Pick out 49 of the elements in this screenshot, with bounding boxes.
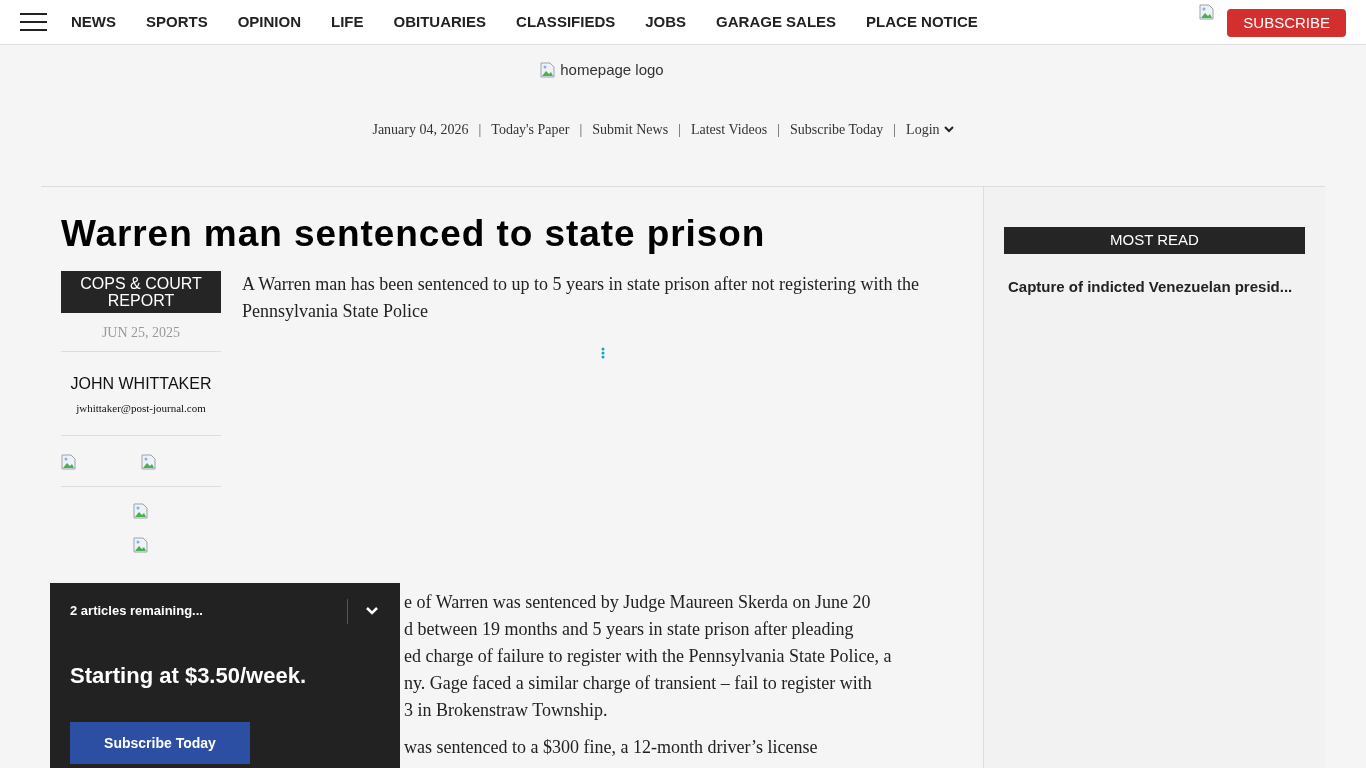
broken-image-icon [133,536,149,553]
author-email: jwhittaker@post-journal.com [76,401,206,417]
masthead-link[interactable]: Subscribe Today [790,118,884,140]
nav-link[interactable]: GARAGE SALES [716,10,837,34]
nav-link[interactable]: PLACE NOTICE [866,10,978,34]
chevron-down-icon [366,607,378,615]
nav-link[interactable]: OBITUARIES [393,10,487,34]
body-text-line: ed charge of failure to register with the Pennsylvania State Police, a [404,645,893,669]
more-options-icon[interactable] [600,347,605,360]
chevron-down-icon [943,125,954,133]
current-date: January 04, 2026 [372,120,469,139]
most-read-link[interactable]: Capture of indicted Venezuelan presid... [1008,276,1301,299]
nav-link[interactable]: NEWS [71,10,116,34]
nav-link[interactable]: JOBS [645,10,687,34]
broken-image-icon [1199,4,1216,20]
masthead-link[interactable]: Today's Paper [491,118,570,140]
most-read-heading: MOST READ [1004,227,1305,254]
login-dropdown[interactable]: Login [906,118,954,140]
body-text-line: e of Warren was sentenced by Judge Maureen Skerda on June 20 [404,591,872,615]
separator: | [678,120,681,139]
section-label: COPS & COURT REPORT [61,271,221,314]
nav-link[interactable]: LIFE [331,10,364,34]
offer-text: Starting at $3.50/week. [70,662,307,690]
broken-image-icon [133,502,149,519]
author-name: JOHN WHITTAKER [70,374,212,395]
article-summary: A Warren man has been sentenced to up to 5 years in state prison after not registering with the Pennsylvania State Police [242,273,921,324]
separator: | [777,120,780,139]
nav-link[interactable]: OPINION [237,10,302,34]
articles-remaining-text: 2 articles remaining... [70,602,203,621]
nav-link[interactable]: CLASSIFIEDS [516,10,616,34]
separator: | [893,120,897,139]
article-date: JUN 25, 2025 [101,324,181,343]
logo-alt-text: homepage logo [560,60,664,80]
body-text-line: ny. Gage faced a similar charge of transient – fail to register with [404,672,873,696]
masthead-link[interactable]: Latest Videos [690,118,768,140]
separator: | [579,120,583,139]
body-text-line: d between 19 months and 5 years in state prison after pleading [404,618,855,642]
menu-icon[interactable] [20,13,47,31]
subscribe-button[interactable]: SUBSCRIBE [1227,9,1346,37]
subscribe-today-button[interactable]: Subscribe Today [70,722,250,764]
body-text-line: was sentenced to a $300 fine, a 12-month driver’s license [404,736,819,760]
broken-image-icon [61,453,77,470]
body-text-line: 3 in Brokenstraw Township. [404,699,609,723]
separator: | [478,120,482,139]
nav-link[interactable]: SPORTS [146,10,208,34]
broken-image-icon [141,453,157,470]
broken-image-icon [540,62,557,79]
article-title: Warren man sentenced to state prison [61,212,767,256]
masthead-link[interactable]: Submit News [592,118,669,140]
